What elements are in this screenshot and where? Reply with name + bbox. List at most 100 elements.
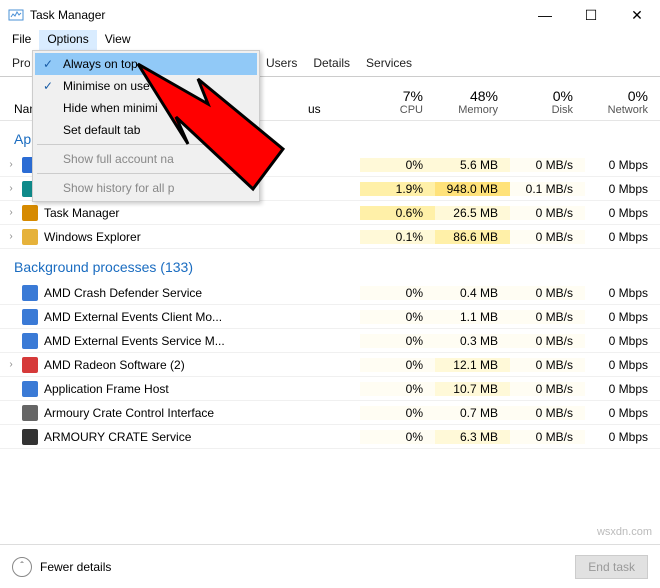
options-dropdown: ✓ Always on top ✓ Minimise on use Hide w… [32, 50, 260, 202]
cell-memory: 0.7 MB [435, 406, 510, 420]
cell-cpu: 0.6% [360, 206, 435, 220]
fewer-details-label: Fewer details [40, 560, 111, 574]
tab-details[interactable]: Details [305, 52, 358, 76]
menu-label: Show full account na [63, 152, 174, 166]
cell-cpu: 0% [360, 430, 435, 444]
process-row[interactable]: ›Windows Explorer0.1%86.6 MB0 MB/s0 Mbps [0, 225, 660, 249]
menu-always-on-top[interactable]: ✓ Always on top [35, 53, 257, 75]
app-icon [22, 357, 38, 373]
app-icon [22, 229, 38, 245]
cell-cpu: 0% [360, 158, 435, 172]
process-row[interactable]: Armoury Crate Control Interface 0%0.7 MB0… [0, 401, 660, 425]
cell-cpu: 1.9% [360, 182, 435, 196]
cell-disk: 0 MB/s [510, 430, 585, 444]
cell-cpu: 0% [360, 358, 435, 372]
menu-label: Show history for all p [63, 181, 174, 195]
cell-disk: 0 MB/s [510, 206, 585, 220]
process-row[interactable]: ›AMD Radeon Software (2)0%12.1 MB0 MB/s0… [0, 353, 660, 377]
end-task-button[interactable]: End task [575, 555, 648, 579]
cell-disk: 0 MB/s [510, 382, 585, 396]
cell-disk: 0 MB/s [510, 358, 585, 372]
menu-show-full-account: Show full account na [35, 148, 257, 170]
cell-memory: 12.1 MB [435, 358, 510, 372]
expand-icon[interactable]: › [6, 159, 16, 170]
menu-label: Hide when minimi [63, 101, 158, 115]
cell-network: 0 Mbps [585, 206, 660, 220]
process-row[interactable]: Application Frame Host 0%10.7 MB0 MB/s0 M… [0, 377, 660, 401]
expand-icon[interactable]: › [6, 231, 16, 242]
process-row[interactable]: AMD Crash Defender Service0%0.4 MB0 MB/s… [0, 281, 660, 305]
task-manager-icon [8, 7, 24, 23]
chevron-up-icon: ˆ [12, 557, 32, 577]
cell-memory: 6.3 MB [435, 430, 510, 444]
menu-file[interactable]: File [4, 30, 39, 52]
app-icon [22, 333, 38, 349]
menu-minimise-on-use[interactable]: ✓ Minimise on use [35, 75, 257, 97]
column-network[interactable]: 0%Network [585, 88, 660, 116]
expand-icon[interactable]: › [6, 183, 16, 194]
app-icon [22, 205, 38, 221]
cell-network: 0 Mbps [585, 182, 660, 196]
tab-services[interactable]: Services [358, 52, 420, 76]
menu-show-history: Show history for all p [35, 177, 257, 199]
process-name: Armoury Crate Control Interface [44, 406, 214, 420]
cell-memory: 948.0 MB [435, 182, 510, 196]
cell-disk: 0 MB/s [510, 334, 585, 348]
cell-network: 0 Mbps [585, 286, 660, 300]
menu-view[interactable]: View [97, 30, 139, 52]
process-row[interactable]: AMD External Events Client Mo...0%1.1 MB… [0, 305, 660, 329]
cell-cpu: 0% [360, 382, 435, 396]
cell-network: 0 Mbps [585, 158, 660, 172]
window-controls: — ☐ ✕ [522, 0, 660, 30]
process-row[interactable]: AMD External Events Service M...0%0.3 MB… [0, 329, 660, 353]
cell-memory: 5.6 MB [435, 158, 510, 172]
cell-network: 0 Mbps [585, 358, 660, 372]
group-background: Background processes (133) [0, 249, 660, 281]
cell-network: 0 Mbps [585, 382, 660, 396]
app-icon [22, 381, 38, 397]
process-name: Task Manager [44, 206, 119, 220]
fewer-details-button[interactable]: ˆ Fewer details [12, 557, 111, 577]
process-row[interactable]: ARMOURY CRATE Service0%6.3 MB0 MB/s0 Mbp… [0, 425, 660, 449]
watermark: wsxdn.com [597, 526, 652, 538]
app-icon [22, 429, 38, 445]
column-status[interactable]: us [308, 102, 360, 116]
process-name: Application Frame Host [44, 382, 169, 396]
cell-memory: 10.7 MB [435, 382, 510, 396]
minimize-button[interactable]: — [522, 0, 568, 30]
cell-memory: 0.3 MB [435, 334, 510, 348]
menu-label: Always on top [63, 57, 138, 71]
menu-options[interactable]: Options [39, 30, 96, 52]
column-disk[interactable]: 0%Disk [510, 88, 585, 116]
menu-label: Set default tab [63, 123, 140, 137]
cell-disk: 0 MB/s [510, 310, 585, 324]
tab-users[interactable]: Users [258, 52, 305, 76]
cell-network: 0 Mbps [585, 230, 660, 244]
submenu-arrow-icon: ▸ [245, 123, 251, 137]
expand-icon[interactable]: › [6, 359, 16, 370]
column-memory[interactable]: 48%Memory [435, 88, 510, 116]
check-icon: ✓ [39, 79, 57, 93]
window-title: Task Manager [30, 8, 522, 22]
close-button[interactable]: ✕ [614, 0, 660, 30]
cell-cpu: 0% [360, 406, 435, 420]
maximize-button[interactable]: ☐ [568, 0, 614, 30]
cell-disk: 0 MB/s [510, 286, 585, 300]
tab-processes[interactable]: Proc [4, 52, 30, 76]
menu-hide-when-minimised[interactable]: Hide when minimi [35, 97, 257, 119]
cell-cpu: 0.1% [360, 230, 435, 244]
cell-network: 0 Mbps [585, 430, 660, 444]
app-icon [22, 285, 38, 301]
separator [37, 173, 255, 174]
menu-set-default-tab[interactable]: Set default tab ▸ [35, 119, 257, 141]
check-icon: ✓ [39, 57, 57, 71]
expand-icon[interactable]: › [6, 207, 16, 218]
column-cpu[interactable]: 7%CPU [360, 88, 435, 116]
cell-cpu: 0% [360, 334, 435, 348]
cell-disk: 0 MB/s [510, 406, 585, 420]
cell-memory: 1.1 MB [435, 310, 510, 324]
menu-bar: File Options View [0, 30, 660, 52]
cell-disk: 0 MB/s [510, 230, 585, 244]
cell-disk: 0 MB/s [510, 158, 585, 172]
process-row[interactable]: ›Task Manager0.6%26.5 MB0 MB/s0 Mbps [0, 201, 660, 225]
